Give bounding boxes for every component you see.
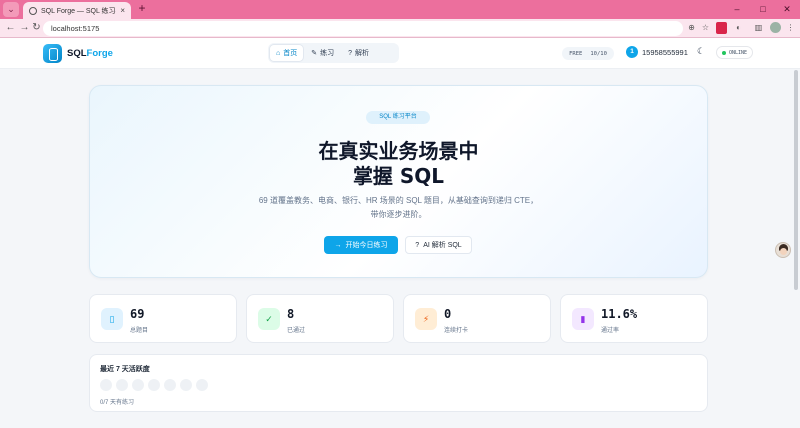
hero-description-line1: 69 道覆盖教务、电商、银行、HR 场景的 SQL 题目，从基础查询到递归 CT…	[258, 196, 539, 205]
activity-day	[132, 379, 144, 391]
stat-card-total: ▯ 69 总题目	[89, 294, 237, 343]
minimize-button[interactable]: –	[724, 0, 750, 19]
stat-label: 已通过	[287, 328, 306, 334]
address-bar-row: ← → ↻ localhost:5175 ⊕ ☆ ◐ ▥ ⋮	[0, 19, 800, 38]
main-nav: ⌂ 首页 ✎ 练习 ? 解析	[268, 43, 399, 63]
quota-value: 10/10	[590, 50, 607, 57]
assistant-avatar[interactable]	[775, 242, 791, 258]
bookmark-star-icon[interactable]: ☆	[700, 22, 711, 34]
stat-label: 连续打卡	[444, 328, 469, 334]
nav-practice-label: 练习	[320, 50, 335, 57]
activity-day	[196, 379, 208, 391]
url-field[interactable]: localhost:5175	[43, 21, 683, 36]
new-tab-button[interactable]: +	[136, 2, 148, 16]
page-scrollbar[interactable]	[794, 70, 798, 290]
stat-card-passed: ✓ 8 已通过	[246, 294, 394, 343]
activity-title: 最近 7 天活跃度	[100, 366, 150, 373]
app-header: SQLForge ⌂ 首页 ✎ 练习 ? 解析 FREE 10/10 1 159…	[0, 38, 800, 69]
nav-practice[interactable]: ✎ 练习	[305, 45, 340, 61]
nav-analysis-label: 解析	[355, 50, 370, 57]
reload-button[interactable]: ↻	[30, 21, 43, 35]
stat-value: 0	[444, 307, 452, 321]
lightning-icon: ⚡	[415, 308, 437, 330]
browser-menu-icon[interactable]: ⋮	[785, 22, 796, 34]
activity-days	[100, 379, 208, 391]
nav-analysis[interactable]: ? 解析	[342, 45, 375, 61]
hero-tag: SQL 练习平台	[366, 111, 430, 124]
arrow-right-icon: →	[334, 241, 342, 249]
profile-avatar[interactable]	[770, 22, 781, 33]
stat-label: 通过率	[601, 328, 620, 334]
moon-icon[interactable]: ☾	[697, 46, 705, 57]
stat-value: 69	[130, 307, 145, 321]
close-window-button[interactable]: ✕	[774, 0, 800, 19]
hero-title-line2: 掌握 SQL	[352, 164, 445, 188]
activity-day	[164, 379, 176, 391]
sidebar-icon[interactable]: ▥	[753, 22, 764, 34]
user-avatar[interactable]: 1	[626, 46, 638, 58]
zoom-icon[interactable]: ⊕	[686, 22, 697, 34]
back-button[interactable]: ←	[4, 21, 17, 35]
ai-analysis-button[interactable]: ? AI 解析 SQL	[405, 236, 472, 254]
status-badge: ONLINE	[716, 46, 753, 59]
tab-close-icon[interactable]: ×	[120, 6, 125, 15]
help-circle-icon: ?	[348, 49, 353, 57]
hero-description-line2: 带你逐步进阶。	[370, 210, 427, 219]
activity-day	[148, 379, 160, 391]
brand-sql: SQL	[67, 48, 87, 59]
activity-day	[116, 379, 128, 391]
nav-home[interactable]: ⌂ 首页	[270, 45, 304, 61]
start-practice-label: 开始今日练习	[345, 242, 388, 249]
stat-label: 总题目	[130, 328, 149, 334]
activity-card: 最近 7 天活跃度 0/7 天有练习	[89, 354, 708, 412]
activity-day	[180, 379, 192, 391]
brand-name[interactable]: SQLForge	[67, 48, 113, 59]
browser-tab-bar: ⌄ SQL Forge — SQL 练习平台 × + – □ ✕	[0, 0, 800, 19]
stat-card-pass-rate: ▮ 11.6% 通过率	[560, 294, 708, 343]
browser-tab[interactable]: SQL Forge — SQL 练习平台 ×	[23, 2, 131, 19]
database-logo-icon[interactable]	[43, 44, 62, 63]
nav-home-label: 首页	[283, 50, 298, 57]
start-practice-button[interactable]: → 开始今日练习	[324, 236, 398, 254]
pencil-icon: ✎	[311, 50, 318, 57]
tab-title: SQL Forge — SQL 练习平台	[41, 7, 116, 15]
quota-plan: FREE	[569, 50, 583, 57]
quota-badge: FREE 10/10	[562, 47, 614, 60]
extension-puzzle-icon[interactable]: ◐	[733, 22, 744, 34]
globe-icon	[29, 6, 37, 15]
tab-search-button[interactable]: ⌄	[3, 2, 19, 17]
stat-card-streak: ⚡ 0 连续打卡	[403, 294, 551, 343]
extension-icon[interactable]	[716, 22, 727, 34]
book-icon: ▯	[101, 308, 123, 330]
home-icon: ⌂	[276, 49, 281, 57]
user-phone[interactable]: 15958555991	[642, 48, 688, 57]
stat-value: 11.6%	[601, 307, 638, 321]
help-circle-icon: ?	[415, 241, 420, 249]
check-circle-icon: ✓	[258, 308, 280, 330]
status-text: ONLINE	[728, 49, 748, 56]
activity-status: 0/7 天有练习	[100, 400, 135, 406]
activity-day	[100, 379, 112, 391]
stat-value: 8	[287, 307, 295, 321]
maximize-button[interactable]: □	[750, 0, 776, 19]
brand-forge: Forge	[86, 48, 113, 59]
ai-analysis-label: AI 解析 SQL	[423, 242, 462, 249]
bar-chart-icon: ▮	[572, 308, 594, 330]
online-dot-icon	[721, 50, 726, 55]
